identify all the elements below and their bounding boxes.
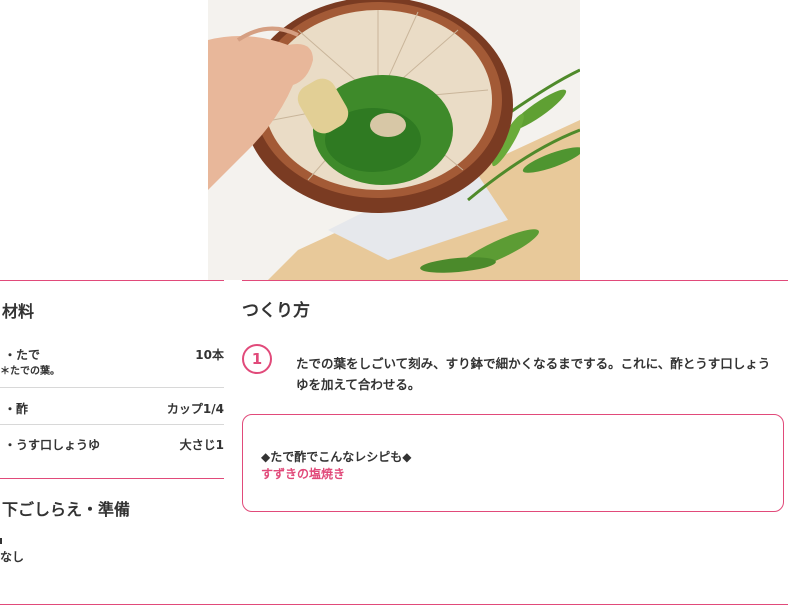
ingredients-top-rule: [0, 280, 224, 281]
ingredient-amount: 10本: [195, 348, 224, 362]
ingredients-heading: 材料: [2, 302, 35, 321]
ingredient-divider: [0, 424, 224, 425]
related-recipe-label: ◆たで酢でこんなレシピも◆: [261, 450, 412, 464]
ingredient-divider: [0, 387, 224, 388]
prep-text: なし: [0, 550, 25, 564]
left-edge-mark: [0, 538, 2, 544]
ingredient-note: ＊たでの葉。: [0, 366, 60, 377]
ingredient-amount: 大さじ1: [179, 438, 224, 452]
ingredient-name: ・たで: [4, 348, 41, 362]
method-heading: つくり方: [242, 301, 310, 321]
ingredient-amount: カップ1/4: [166, 402, 224, 416]
bottom-rule: [0, 604, 788, 605]
ingredient-name: ・うす口しょうゆ: [4, 438, 101, 452]
related-recipe-link[interactable]: すずきの塩焼き: [261, 465, 345, 482]
related-recipe-box: ◆たで酢でこんなレシピも◆ すずきの塩焼き: [242, 414, 784, 512]
method-top-rule: [242, 280, 788, 281]
prep-top-rule: [0, 478, 224, 479]
step-number-badge: 1: [242, 344, 272, 374]
ingredient-name: ・酢: [4, 402, 29, 416]
step-text: たでの葉をしごいて刻み、すり鉢で細かくなるまでする。これに、酢とうす口しょうゆを…: [296, 356, 771, 392]
prep-heading: 下ごしらえ・準備: [2, 500, 131, 519]
recipe-photo: [208, 0, 580, 280]
